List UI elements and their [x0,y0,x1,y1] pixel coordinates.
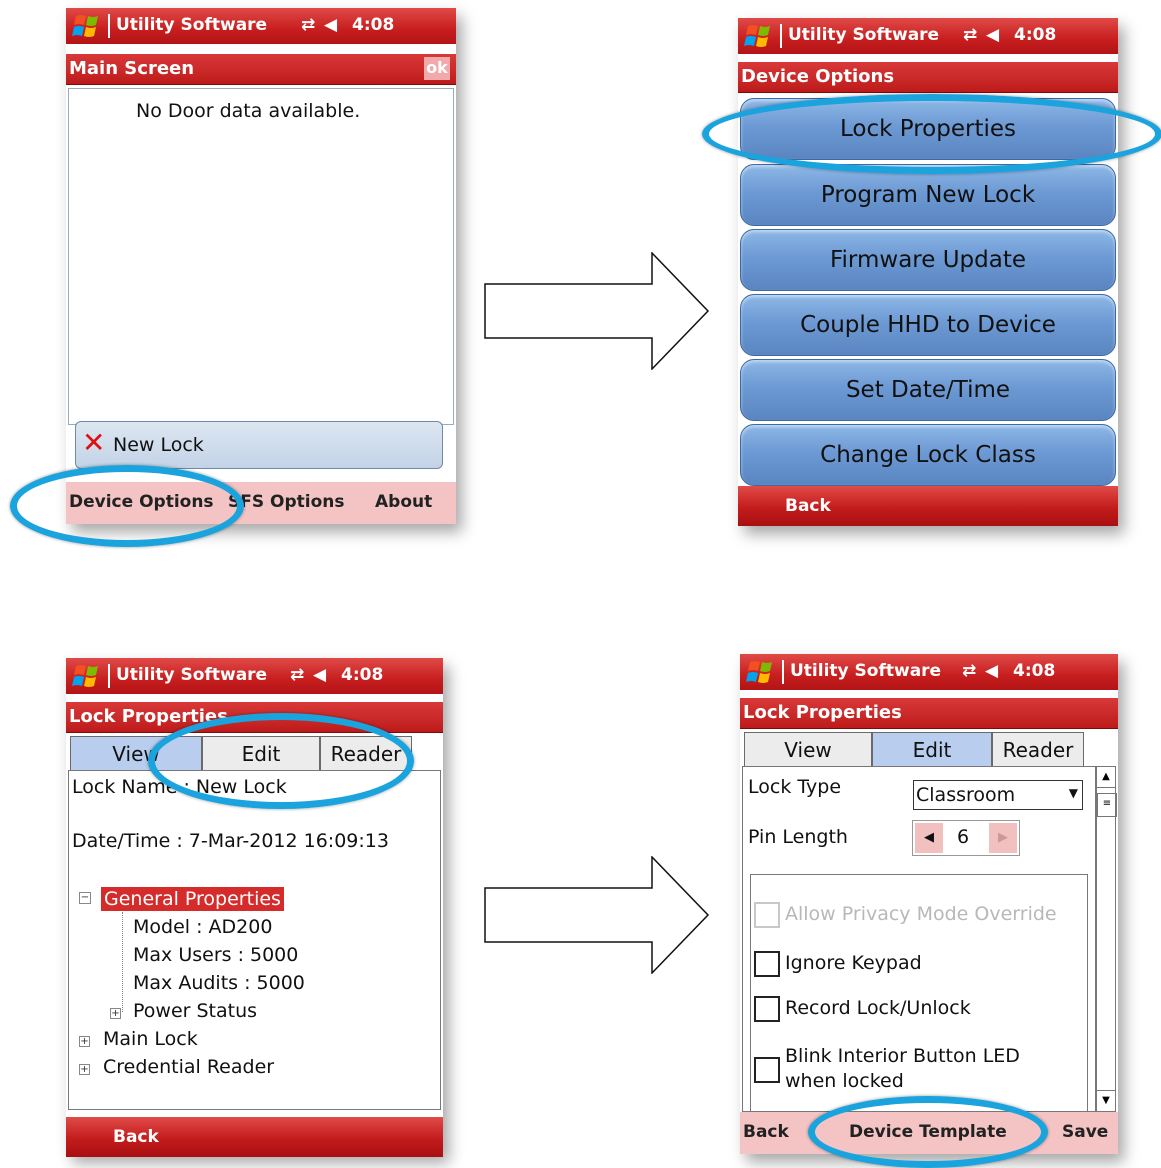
app-title: Utility Software [788,25,940,45]
title-separator [108,14,110,38]
new-lock-button[interactable]: ✕ New Lock [75,421,443,469]
date-time-text: Date/Time : 7-Mar-2012 16:09:13 [72,830,389,852]
save-menu[interactable]: Save [1062,1122,1108,1142]
privacy-override-checkbox[interactable] [754,902,780,928]
firmware-update-button[interactable]: Firmware Update [740,229,1116,291]
lock-type-value: Classroom [916,784,1016,806]
speaker-icon[interactable]: ◀ [324,15,337,35]
about-menu[interactable]: About [375,492,432,512]
pin-length-stepper[interactable]: ◀ 6 ▶ [912,820,1020,856]
title-bar: Utility Software ⇄ ◀ 4:08 [66,8,456,44]
windows-flag-icon[interactable] [70,12,106,40]
tree-expander-icon[interactable]: − [79,892,91,904]
app-title: Utility Software [116,665,268,685]
scroll-thumb[interactable]: ≡ [1097,793,1117,817]
screen-header: Lock Properties [740,698,1118,729]
tree-expander-icon[interactable]: + [79,1036,90,1047]
ok-button[interactable]: ok [424,57,450,80]
menu-bar: Back [738,486,1118,526]
highlight-device-template [808,1096,1048,1168]
tab-reader[interactable]: Reader [992,732,1084,768]
pin-length-value: 6 [957,826,970,848]
spinner-left-icon[interactable]: ◀ [915,823,943,853]
tab-edit[interactable]: Edit [872,732,992,768]
tree-expander-icon[interactable]: + [79,1064,90,1075]
blink-led-label-2: when locked [785,1070,904,1092]
new-lock-label: New Lock [113,434,204,456]
scrollbar[interactable]: ▲ ≡ ▼ [1096,766,1117,1112]
clock[interactable]: 4:08 [352,15,394,35]
highlight-lock-properties [702,94,1161,174]
menu-bar: Back [66,1117,443,1157]
clock[interactable]: 4:08 [1013,661,1055,681]
sfs-options-menu[interactable]: SFS Options [228,492,345,512]
change-lock-class-button[interactable]: Change Lock Class [740,424,1116,486]
ignore-keypad-label: Ignore Keypad [785,952,922,974]
app-title: Utility Software [116,15,268,35]
blink-led-checkbox[interactable] [754,1057,780,1083]
content-panel [68,88,454,425]
title-separator [108,664,110,688]
tree-main-lock[interactable]: Main Lock [103,1028,198,1050]
tree-model[interactable]: Model : AD200 [133,916,272,938]
lock-type-select[interactable]: Classroom ▼ [913,780,1083,810]
tab-view[interactable]: View [744,732,872,768]
connectivity-icon[interactable]: ⇄ [962,661,976,681]
ignore-keypad-checkbox[interactable] [754,951,780,977]
app-title: Utility Software [790,661,942,681]
lock-properties-edit-screen: Utility Software ⇄ ◀ 4:08 Lock Propertie… [740,654,1118,1154]
connectivity-icon[interactable]: ⇄ [963,25,977,45]
connectivity-icon[interactable]: ⇄ [290,665,304,685]
title-separator [782,660,784,684]
title-bar: Utility Software ⇄ ◀ 4:08 [738,18,1118,54]
title-bar: Utility Software ⇄ ◀ 4:08 [66,658,443,694]
red-x-icon: ✕ [82,426,106,459]
tree-lines [122,912,124,1012]
tree-general-properties[interactable]: General Properties [101,887,284,911]
screen-title: Device Options [741,66,895,87]
lock-type-label: Lock Type [748,776,842,798]
speaker-icon[interactable]: ◀ [985,661,998,681]
blink-led-label: Blink Interior Button LED [785,1045,1020,1067]
tree-max-users[interactable]: Max Users : 5000 [133,944,298,966]
windows-flag-icon[interactable] [744,658,780,686]
set-date-time-button[interactable]: Set Date/Time [740,359,1116,421]
screen-title: Main Screen [69,58,195,79]
record-lock-checkbox[interactable] [754,996,780,1022]
back-menu[interactable]: Back [113,1127,159,1147]
speaker-icon[interactable]: ◀ [313,665,326,685]
privacy-override-label: Allow Privacy Mode Override [785,903,1057,925]
scroll-up-icon[interactable]: ▲ [1097,767,1115,788]
highlight-edit-tab [148,713,414,809]
clock[interactable]: 4:08 [1014,25,1056,45]
screen-header: Main Screen ok [66,54,456,85]
right-arrow [484,856,710,974]
screen-title: Lock Properties [743,702,902,723]
highlight-device-options [10,465,244,547]
tree-power-status[interactable]: Power Status [133,1000,257,1022]
screen-header: Device Options [738,62,1118,93]
title-separator [780,24,782,48]
clock[interactable]: 4:08 [341,665,383,685]
back-menu[interactable]: Back [743,1122,789,1142]
main-screen: Utility Software ⇄ ◀ 4:08 Main Screen ok… [66,8,456,524]
windows-flag-icon[interactable] [742,22,778,50]
spinner-right-icon[interactable]: ▶ [989,823,1017,853]
dropdown-arrow-icon[interactable]: ▼ [1069,786,1078,800]
record-lock-label: Record Lock/Unlock [785,997,971,1019]
no-data-message: No Door data available. [136,100,361,122]
couple-hhd-button[interactable]: Couple HHD to Device [740,294,1116,356]
tree-credential-reader[interactable]: Credential Reader [103,1056,274,1078]
tree-max-audits[interactable]: Max Audits : 5000 [133,972,305,994]
back-menu[interactable]: Back [785,496,831,516]
connectivity-icon[interactable]: ⇄ [301,15,315,35]
tree-expander-icon[interactable]: + [110,1008,121,1019]
speaker-icon[interactable]: ◀ [986,25,999,45]
windows-flag-icon[interactable] [70,662,106,690]
title-bar: Utility Software ⇄ ◀ 4:08 [740,654,1118,690]
pin-length-label: Pin Length [748,826,848,848]
right-arrow [484,252,710,370]
scroll-down-icon[interactable]: ▼ [1097,1090,1115,1111]
